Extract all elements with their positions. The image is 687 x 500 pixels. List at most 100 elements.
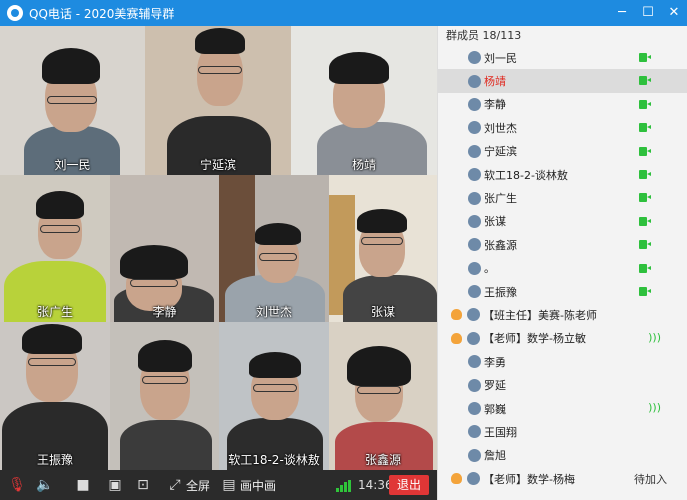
member-name: 刘世杰 — [484, 121, 517, 135]
speaking-icon: ))) — [648, 400, 661, 414]
member-name: 张谋 — [484, 215, 506, 229]
participant-name: 张鑫源 — [364, 453, 401, 467]
video-tile[interactable]: 李静 — [110, 175, 219, 322]
member-avatar — [467, 472, 480, 486]
member-row[interactable]: 李静 — [438, 93, 687, 116]
video-on-icon — [639, 216, 651, 226]
member-row[interactable]: 【老师】数学-杨梅 待加入 — [438, 467, 687, 490]
person-figure — [120, 420, 212, 470]
member-row[interactable]: 詹旭 — [438, 444, 687, 467]
glasses — [357, 386, 401, 394]
glasses — [198, 66, 242, 74]
member-name: 张广生 — [484, 192, 517, 206]
picture-in-picture-icon[interactable]: ▤ — [218, 474, 240, 496]
person-figure — [249, 352, 301, 378]
member-row[interactable]: 刘世杰 — [438, 116, 687, 139]
video-on-icon — [639, 99, 651, 109]
title-bar[interactable]: QQ电话 - 2020美赛辅导群 ─ ☐ ✕ — [0, 0, 687, 26]
picture-in-picture-button[interactable]: 画中画 — [240, 477, 276, 494]
member-row[interactable]: 张谋 — [438, 210, 687, 233]
video-tile[interactable]: 张广生 — [0, 175, 110, 322]
video-tile[interactable]: 张鑫源 — [329, 322, 437, 470]
member-name: 张鑫源 — [484, 238, 517, 252]
video-tile[interactable]: 软工18-2-谈林敖 — [219, 322, 329, 470]
participant-name: 杨靖 — [351, 158, 376, 172]
member-avatar — [468, 448, 481, 462]
member-row[interactable]: 张鑫源 — [438, 233, 687, 256]
video-tile[interactable] — [110, 322, 219, 470]
maximize-button[interactable]: ☐ — [635, 0, 661, 26]
call-duration: 14:36 — [358, 478, 393, 492]
fullscreen-button[interactable]: 全屏 — [186, 477, 210, 494]
member-avatar — [467, 308, 480, 322]
video-tile[interactable]: 王振豫 — [0, 322, 110, 470]
person-figure — [347, 346, 411, 386]
screen-share-icon[interactable]: ▣ — [104, 474, 126, 496]
member-avatar — [468, 425, 481, 439]
video-tile[interactable]: 刘世杰 — [219, 175, 329, 322]
member-avatar — [468, 144, 481, 158]
member-name: 王振豫 — [484, 285, 517, 299]
member-list[interactable]: 刘一民杨靖李静刘世杰宁延滨软工18-2-谈林敖 张广生张谋张鑫源。王振豫【班主任】… — [438, 46, 687, 490]
video-on-icon — [639, 53, 651, 62]
member-name: 【班主任】美赛-陈老师 — [483, 308, 597, 322]
speaking-icon: ))) — [648, 330, 661, 344]
participant-name: 软工18-2-谈林敖 — [228, 453, 320, 467]
exit-button[interactable]: 退出 — [389, 475, 429, 495]
video-tile[interactable]: 宁延滨 — [145, 26, 291, 175]
member-row[interactable]: 李勇 — [438, 350, 687, 373]
participant-name: 张广生 — [36, 305, 73, 319]
glasses — [259, 253, 297, 261]
video-on-icon — [639, 193, 651, 203]
member-name: 詹旭 — [484, 449, 506, 463]
video-tile[interactable]: 张谋 — [329, 175, 437, 322]
person-figure — [120, 245, 188, 279]
member-row[interactable]: 宁延滨 — [438, 140, 687, 163]
member-row[interactable]: 软工18-2-谈林敖 — [438, 163, 687, 186]
member-row[interactable]: 郭巍))) — [438, 397, 687, 420]
member-name: 王国翔 — [484, 425, 517, 439]
close-button[interactable]: ✕ — [661, 0, 687, 26]
member-name: 李静 — [484, 98, 506, 112]
member-row[interactable]: 张广生 — [438, 186, 687, 209]
member-row[interactable]: 王振豫 — [438, 280, 687, 303]
member-row[interactable]: 罗延 — [438, 373, 687, 396]
glasses — [28, 358, 76, 366]
teacher-badge-icon — [450, 472, 463, 485]
video-tile[interactable]: 杨靖 — [291, 26, 437, 175]
member-name: 【老师】数学-杨立敏 — [483, 332, 586, 346]
teacher-badge-icon — [450, 332, 463, 345]
video-on-icon — [639, 76, 651, 86]
video-tile[interactable]: 刘一民 — [0, 26, 145, 175]
video-grid: 刘一民 宁延滨 杨靖 张广生 李静 刘世杰 张谋 王振豫 软工18-2-谈林敖 … — [0, 26, 437, 470]
member-name: 软工18-2-谈林敖 — [484, 168, 568, 182]
member-row[interactable]: 杨靖 — [438, 69, 687, 93]
member-avatar — [468, 285, 481, 299]
member-avatar — [468, 355, 481, 369]
member-row[interactable]: 刘一民 — [438, 46, 687, 69]
speaker-icon[interactable]: 🔈 — [34, 474, 56, 496]
call-toolbar: 🎙 🔈 ■ ▣ ⊡ ⤢ 全屏 ▤ 画中画 14:36 退出 — [0, 470, 437, 500]
member-row[interactable]: 【班主任】美赛-陈老师 — [438, 303, 687, 326]
member-row[interactable]: 【老师】数学-杨立敏))) — [438, 327, 687, 350]
window-title: QQ电话 - 2020美赛辅导群 — [29, 6, 175, 21]
member-avatar — [468, 121, 481, 135]
fullscreen-icon[interactable]: ⤢ — [164, 474, 186, 496]
presentation-icon[interactable]: ⊡ — [132, 474, 154, 496]
person-figure — [255, 223, 301, 245]
member-avatar — [468, 238, 481, 252]
member-avatar — [468, 191, 481, 205]
glasses — [253, 384, 297, 392]
glasses — [40, 225, 80, 233]
person-figure — [36, 191, 84, 219]
join-status: 待加入 — [634, 472, 667, 486]
glasses — [47, 96, 97, 104]
member-row[interactable]: 。 — [438, 257, 687, 280]
member-row[interactable]: 王国翔 — [438, 420, 687, 443]
microphone-muted-icon[interactable]: 🎙 — [6, 474, 28, 496]
member-name: 杨靖 — [484, 75, 506, 89]
minimize-button[interactable]: ─ — [609, 0, 635, 26]
camera-icon[interactable]: ■ — [72, 474, 94, 496]
member-avatar — [468, 402, 481, 416]
participant-name: 刘世杰 — [255, 305, 292, 319]
